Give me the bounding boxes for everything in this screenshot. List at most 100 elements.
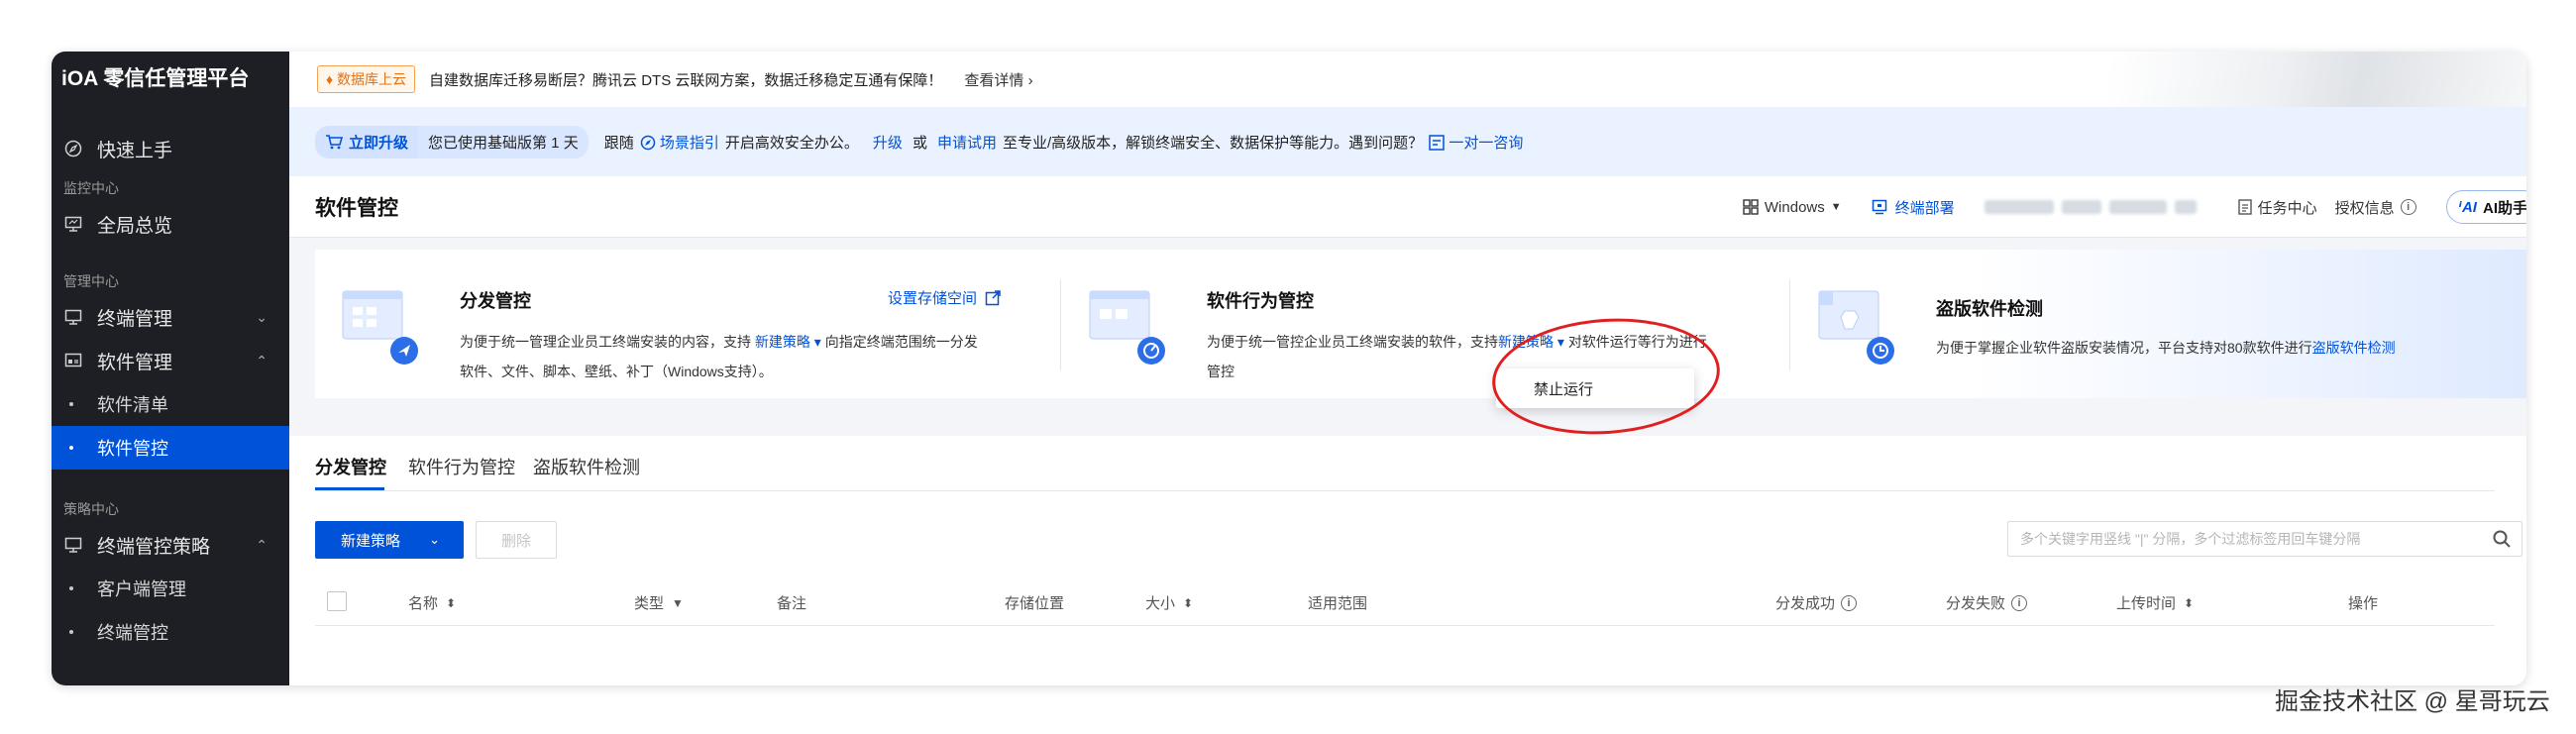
desc-text: 为便于统一管理企业员工终端安装的内容，支持 [460, 334, 751, 350]
task-center-link[interactable]: 任务中心 [2237, 197, 2317, 218]
sidebar-item-software-list[interactable]: 软件清单 [52, 382, 289, 426]
sidebar-item-client-management[interactable]: 客户端管理 [52, 567, 289, 610]
select-all-checkbox[interactable] [327, 591, 347, 611]
column-size[interactable]: 大小 ⬍ [1145, 592, 1193, 613]
tab-behavior-control[interactable]: 软件行为管控 [408, 454, 515, 479]
app-window: iOA 零信任管理平台 快速上手 监控中心 全局总览 管理中心 终端管理 ⌄ 软… [52, 52, 2526, 685]
sidebar: iOA 零信任管理平台 快速上手 监控中心 全局总览 管理中心 终端管理 ⌄ 软… [52, 52, 289, 685]
trial-bar: 立即升级 您已使用基础版第 1 天 跟随 场景指引 开启高效安全办公。 升级 或… [289, 107, 2526, 176]
banner-decoration [2110, 52, 2526, 107]
promo-tag[interactable]: ♦ 数据库上云 [317, 65, 416, 93]
account-info-blurred [1984, 200, 2204, 214]
os-select[interactable]: Windows ▼ [1743, 199, 1842, 216]
task-center-label: 任务中心 [2257, 199, 2317, 217]
license-info-link[interactable]: 授权信息 i [2335, 197, 2416, 218]
table-header: 名称 ⬍ 类型 ▼ 备注 存储位置 大小 ⬍ 适用范围 分发成功 i 分发失败 i 上传时… [315, 578, 2495, 626]
software-icon [63, 351, 83, 370]
bullet-icon [69, 586, 73, 590]
chevron-down-icon: ⌄ [256, 308, 268, 325]
card-divider [1789, 279, 1790, 370]
document-icon [2237, 199, 2252, 215]
ai-assistant-button[interactable]: ⁱAI AI助手 [2445, 190, 2526, 224]
trial-days-badge: 您已使用基础版第 1 天 [418, 125, 589, 158]
new-policy-label: 新建策略 [754, 334, 810, 350]
tab-distribution[interactable]: 分发管控 [315, 454, 386, 479]
scenario-guide-label: 场景指引 [659, 134, 719, 152]
search-placeholder: 多个关键字用竖线 "|" 分隔，多个过滤标签用回车键分隔 [2020, 531, 2361, 547]
sidebar-group-monitor: 监控中心 [63, 180, 119, 196]
announcement-bar: ♦ 数据库上云 自建数据库迁移易断层？腾讯云 DTS 云联网方案，数据迁移稳定互… [289, 52, 2526, 107]
column-storage: 存储位置 [1005, 592, 1064, 613]
column-label: 上传时间 [2116, 595, 2177, 612]
search-icon[interactable] [2492, 529, 2512, 549]
sidebar-item-label: 终端管控 [97, 623, 168, 643]
sidebar-item-label: 软件清单 [97, 395, 168, 415]
view-details-link[interactable]: 查看详情 › [964, 69, 1032, 90]
new-policy-button[interactable]: 新建策略 ⌄ [315, 521, 464, 559]
chevron-up-icon: ⌃ [256, 352, 268, 368]
sidebar-item-terminal-control[interactable]: 终端管控 [52, 610, 289, 654]
follow-text: 跟随 [603, 134, 634, 152]
sidebar-item-software-control[interactable]: 软件管控 [52, 426, 289, 470]
card-title: 盗版软件检测 [1936, 299, 2043, 319]
chevron-down-icon: ⌄ [429, 532, 440, 547]
upgrade-link[interactable]: 升级 [873, 132, 903, 153]
page-header: 软件管控 Windows ▼ 终端部署 任务中心 授权信息 i ⁱAI AI助手 [289, 176, 2526, 238]
card-description: 为便于掌握企业软件盗版安装情况，平台支持对80款软件进行盗版软件检测 [1936, 333, 2396, 363]
info-icon[interactable]: i [1841, 594, 1858, 611]
distribution-illustration-icon [342, 290, 418, 365]
new-policy-link[interactable]: 新建策略 ▾ [751, 334, 825, 350]
card-title: 分发管控 [460, 291, 531, 311]
piracy-detection-link[interactable]: 盗版软件检测 [2312, 340, 2396, 356]
external-link-icon [985, 289, 1001, 305]
sidebar-item-label: 软件管理 [97, 352, 173, 373]
column-label: 分发成功 [1775, 595, 1836, 612]
sidebar-item-label: 快速上手 [97, 140, 173, 161]
sidebar-item-quick-start[interactable]: 快速上手 [52, 127, 289, 170]
consult-link[interactable]: 一对一咨询 [1429, 132, 1523, 153]
column-upload-time[interactable]: 上传时间 ⬍ [2116, 592, 2194, 613]
behavior-illustration-icon [1089, 290, 1165, 365]
search-input[interactable]: 多个关键字用竖线 "|" 分隔，多个过滤标签用回车键分隔 [2007, 521, 2522, 557]
computer-icon [63, 307, 83, 327]
column-label: 适用范围 [1308, 595, 1368, 612]
column-failure: 分发失败 i [1946, 592, 2028, 613]
sidebar-group-manage: 管理中心 [63, 273, 119, 289]
sidebar-item-label: 客户端管理 [97, 579, 186, 599]
storage-settings-label: 设置存储空间 [888, 290, 978, 307]
tab-piracy-detection[interactable]: 盗版软件检测 [533, 454, 640, 479]
column-label: 类型 [634, 595, 665, 612]
sidebar-item-label: 软件管控 [97, 439, 168, 459]
storage-settings-link[interactable]: 设置存储空间 [888, 287, 1001, 308]
column-label: 大小 [1145, 595, 1176, 612]
delete-button[interactable]: 删除 [476, 521, 557, 559]
terminal-deploy-link[interactable]: 终端部署 [1872, 197, 1955, 218]
info-icon: i [2400, 199, 2416, 215]
chevron-up-icon: ⌃ [256, 536, 268, 553]
column-remark: 备注 [777, 592, 806, 613]
support-icon [1429, 134, 1445, 151]
filter-icon: ▼ [672, 595, 684, 610]
scenario-guide-link[interactable]: 场景指引 [640, 132, 719, 153]
sidebar-item-terminal-management[interactable]: 终端管理 ⌄ [52, 295, 289, 339]
unlock-text: 至专业/高级版本，解锁终端安全、数据保护等能力。遇到问题？ [1002, 134, 1424, 152]
bullet-icon [69, 446, 73, 450]
desc-text: 为便于统一管控企业员工终端安装的软件，支持 [1207, 334, 1498, 350]
sidebar-item-terminal-policy[interactable]: 终端管控策略 ⌃ [52, 523, 289, 567]
column-success: 分发成功 i [1775, 592, 1858, 613]
header-actions: Windows ▼ 终端部署 任务中心 授权信息 i ⁱAI AI助手 [1743, 176, 2526, 238]
column-type[interactable]: 类型 ▼ [634, 592, 684, 613]
sidebar-item-overview[interactable]: 全局总览 [52, 202, 289, 246]
desc-text: 为便于掌握企业软件盗版安装情况，平台支持对80款软件进行 [1936, 340, 2312, 356]
sidebar-item-software-management[interactable]: 软件管理 ⌃ [52, 339, 289, 382]
column-name[interactable]: 名称 ⬍ [408, 592, 456, 613]
upgrade-now-button[interactable]: 立即升级 [315, 125, 419, 158]
watermark: 掘金技术社区 @ 星哥玩云 [2275, 688, 2550, 715]
card-divider [1060, 279, 1061, 370]
desc-text: 软件、文件、脚本、壁纸、补丁（Windows支持）。 [460, 364, 773, 379]
main-content: ♦ 数据库上云 自建数据库迁移易断层？腾讯云 DTS 云联网方案，数据迁移稳定互… [289, 52, 2526, 685]
apply-trial-link[interactable]: 申请试用 [937, 132, 997, 153]
view-details-label: 查看详情 [964, 71, 1024, 89]
deploy-icon [1872, 199, 1886, 215]
info-icon[interactable]: i [2011, 594, 2028, 611]
